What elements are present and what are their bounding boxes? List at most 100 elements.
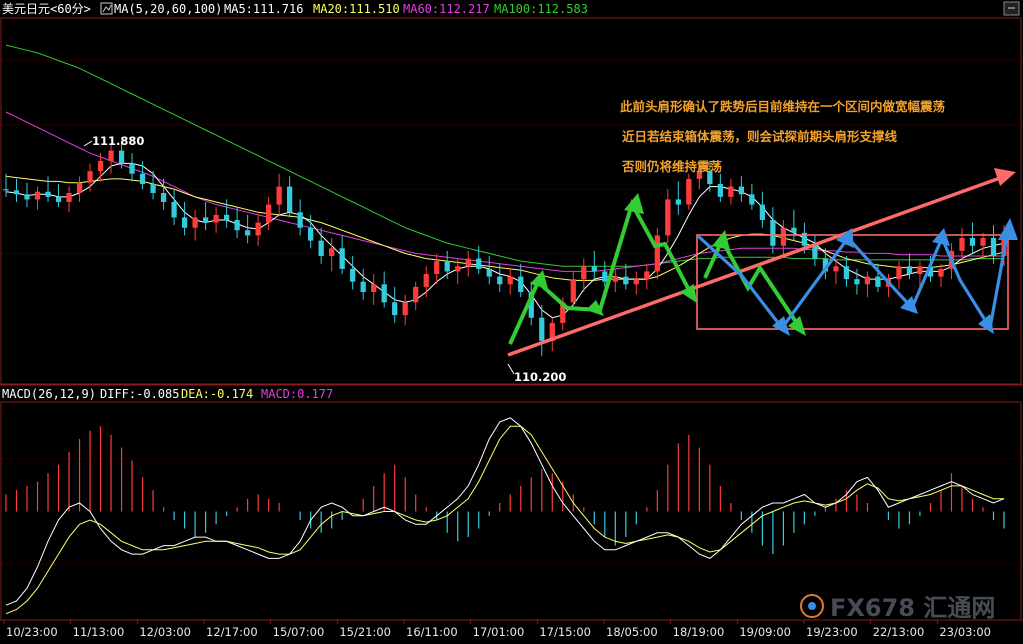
- trend-arrow-head: [994, 168, 1016, 186]
- candle-down: [770, 220, 776, 246]
- x-tick-label: 19/23:00: [806, 625, 858, 639]
- candle-up: [34, 191, 41, 200]
- candle-down: [444, 261, 450, 272]
- watermark-text: FX678 汇通网: [830, 594, 995, 622]
- candle-up: [329, 248, 335, 256]
- candle-up: [213, 214, 219, 223]
- ma20-label: MA20:111.510: [313, 2, 400, 16]
- candle-up: [192, 217, 198, 228]
- candle-up: [97, 160, 104, 172]
- annotation-line-1: 此前头肩形确认了跌势后目前维持在一个区间内做宽幅震荡: [620, 99, 946, 114]
- candle-up: [402, 302, 408, 316]
- candle-down: [171, 202, 177, 218]
- dea-line: [5, 425, 1004, 615]
- x-tick-label: 15/07:00: [273, 625, 325, 639]
- blue-arrow-head-4: [932, 228, 950, 246]
- candle-up: [423, 274, 429, 287]
- candle-down: [675, 199, 681, 205]
- candle-down: [738, 186, 744, 195]
- candle-up: [959, 238, 965, 251]
- candle-up: [570, 279, 576, 303]
- macd-value-label: MACD:0.177: [261, 387, 333, 401]
- x-axis: 10/23:00 11/13:00 12/03:00 12/17:00 15/07:00…: [3, 620, 991, 639]
- candle-up: [455, 266, 461, 272]
- candle-up: [686, 178, 692, 205]
- watermark-logo-dot: [808, 602, 816, 610]
- ma100-line: [5, 44, 1004, 267]
- x-tick-label: 18/19:00: [673, 625, 725, 639]
- candle-down: [497, 276, 503, 285]
- high-marker-line: [83, 140, 93, 147]
- macd-diff-label: DIFF:-0.085: [100, 387, 179, 401]
- x-tick-label: 19/09:00: [739, 625, 791, 639]
- chart-stage: 美元日元<60分> MA(5,20,60,100) MA5:111.716 MA…: [0, 0, 1023, 644]
- candle-up: [87, 171, 93, 183]
- candle-up: [413, 286, 419, 303]
- symbol-title[interactable]: 美元日元<60分>: [2, 2, 91, 16]
- price-low-label: 110.200: [514, 370, 566, 384]
- candle-up: [612, 276, 618, 282]
- annotation-line-3: 否则仍将维持震荡: [621, 159, 723, 174]
- ma-params-label: MA(5,20,60,100): [114, 2, 222, 16]
- candle-up: [581, 266, 587, 280]
- candle-down: [339, 248, 345, 269]
- candle-up: [76, 182, 83, 193]
- candle-up: [465, 258, 471, 267]
- candle-down: [202, 217, 209, 223]
- candle-down: [24, 194, 30, 200]
- candle-down: [129, 163, 135, 174]
- candle-up: [434, 261, 440, 274]
- x-tick-label: 23/03:00: [939, 625, 991, 639]
- price-high-label: 111.880: [92, 134, 144, 148]
- macd-histogram: [5, 426, 1005, 555]
- candle-down: [875, 276, 881, 287]
- ma5-label: MA5:111.716: [224, 2, 303, 16]
- candle-down: [759, 204, 766, 220]
- chart-type-icon-glyph: [102, 4, 112, 13]
- candle-down: [55, 196, 62, 202]
- candle-down: [45, 191, 51, 197]
- candle-down: [749, 194, 755, 205]
- candle-up: [371, 284, 377, 292]
- blue-arrow-head-2: [836, 228, 854, 248]
- candle-down: [244, 230, 251, 236]
- annotation-line-2: 近日若结束箱体震荡，则会试探前期头肩形支撑线: [622, 129, 898, 144]
- chart-type-icon[interactable]: [100, 2, 113, 15]
- candle-up: [980, 238, 986, 246]
- x-tick-label: 16/11:00: [406, 625, 458, 639]
- candle-down: [381, 284, 387, 303]
- candle-up: [938, 268, 944, 277]
- candle-down: [518, 276, 524, 292]
- x-tick-label: 15/21:00: [339, 625, 391, 639]
- candle-down: [486, 268, 492, 277]
- candle-down: [350, 268, 356, 282]
- x-tick-label: 17/01:00: [473, 625, 525, 639]
- candle-down: [297, 212, 303, 228]
- candle-down: [539, 317, 545, 341]
- x-tick-label: 12/03:00: [139, 625, 191, 639]
- candle-down: [308, 227, 314, 241]
- candle-up: [633, 279, 639, 285]
- candle-up: [66, 193, 72, 202]
- x-tick-label: 10/23:00: [6, 625, 58, 639]
- candle-up: [654, 235, 660, 272]
- candle-down: [287, 186, 293, 213]
- x-tick-label: 17/15:00: [539, 625, 591, 639]
- candle-down: [150, 184, 156, 193]
- x-tick-label: 11/13:00: [73, 625, 125, 639]
- candle-down: [139, 173, 146, 184]
- candle-up: [507, 276, 513, 285]
- candle-up: [780, 227, 787, 246]
- candle-down: [318, 240, 324, 256]
- candle-down: [3, 189, 9, 191]
- macd-dea-label: DEA:-0.174: [181, 387, 253, 401]
- candle-down: [360, 281, 366, 292]
- x-tick-label: 18/05:00: [606, 625, 658, 639]
- green-arrow-head-5: [712, 230, 730, 250]
- blue-arrow-head-6: [998, 218, 1018, 240]
- candle-up: [917, 266, 923, 274]
- ma60-label: MA60:112.217: [403, 2, 490, 16]
- candle-down: [812, 245, 818, 259]
- candle-up: [276, 186, 282, 205]
- candle-down: [843, 266, 850, 280]
